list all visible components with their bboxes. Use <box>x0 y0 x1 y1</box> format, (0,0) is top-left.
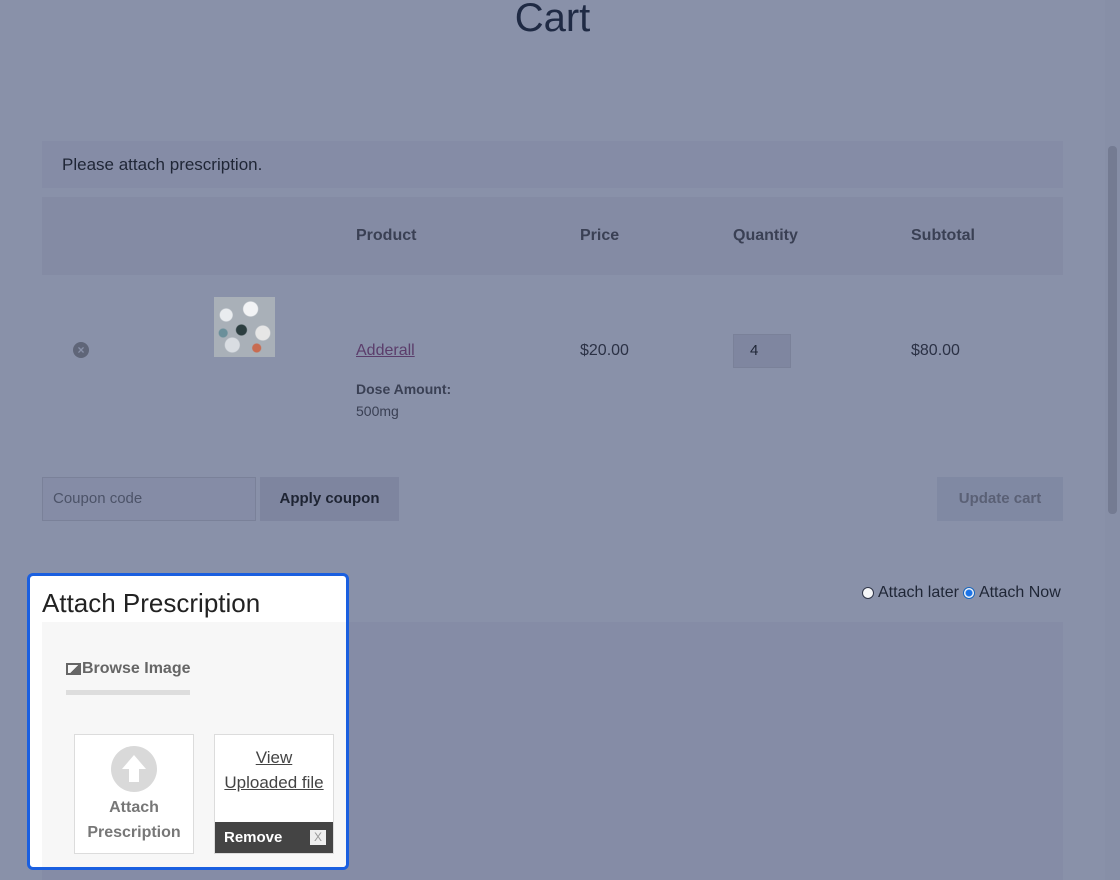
attach-label-line2: Prescription <box>87 824 181 841</box>
attach-options: Attach later Attach Now <box>862 584 1065 602</box>
header-price: Price <box>580 227 620 244</box>
upload-arrow-icon <box>111 746 157 792</box>
uploaded-file-card: View Uploaded file Remove X <box>214 734 334 854</box>
cart-table: Product Price Quantity Subtotal × Addera… <box>42 197 1063 442</box>
modal-panel: Browse Image Attach Prescription View Up… <box>42 622 346 867</box>
coupon-input[interactable]: Coupon code <box>42 477 256 521</box>
product-thumbnail[interactable] <box>214 297 275 357</box>
dose-label: Dose Amount: <box>356 381 452 397</box>
attach-later-radio[interactable] <box>862 587 874 599</box>
table-row <box>42 275 1063 442</box>
dose-value: 500mg <box>356 403 399 419</box>
view-link-line2[interactable]: Uploaded file <box>215 770 333 795</box>
table-header: Product Price Quantity Subtotal <box>42 197 1063 275</box>
price-value: $20.00 <box>580 342 629 359</box>
remove-file-label[interactable]: Remove <box>224 829 282 846</box>
update-cart-button[interactable]: Update cart <box>937 477 1063 521</box>
apply-coupon-button[interactable]: Apply coupon <box>260 477 399 521</box>
scrollbar-thumb[interactable] <box>1108 146 1117 514</box>
remove-file-bar[interactable]: Remove X <box>215 822 333 853</box>
vertical-scrollbar[interactable] <box>1105 0 1120 880</box>
attach-later-label[interactable]: Attach later <box>878 584 959 602</box>
product-link[interactable]: Adderall <box>356 342 415 360</box>
page-title: Cart <box>514 0 591 40</box>
attach-label-line1: Attach <box>109 799 159 816</box>
header-quantity: Quantity <box>733 227 798 244</box>
attach-prescription-modal: Attach Prescription Browse Image Attach … <box>27 573 349 870</box>
image-icon <box>66 663 81 675</box>
browse-image-label: Browse Image <box>82 660 191 677</box>
close-circle-icon[interactable]: × <box>73 342 89 358</box>
close-icon[interactable]: X <box>310 830 326 845</box>
prescription-notice: Please attach prescription. <box>42 141 1063 188</box>
attach-now-radio[interactable] <box>962 587 975 599</box>
attach-prescription-label: Attach Prescription <box>75 795 193 845</box>
subtotal-value: $80.00 <box>911 342 960 359</box>
quantity-input[interactable]: 4 <box>733 334 791 368</box>
header-subtotal: Subtotal <box>911 227 975 244</box>
attach-prescription-button[interactable]: Attach Prescription <box>74 734 194 854</box>
header-product: Product <box>356 227 417 244</box>
view-uploaded-file-link[interactable]: View Uploaded file <box>215 745 333 795</box>
view-link-line1[interactable]: View <box>215 745 333 770</box>
attach-now-label[interactable]: Attach Now <box>979 584 1061 602</box>
modal-title: Attach Prescription <box>42 588 261 618</box>
browse-image-tab[interactable]: Browse Image <box>66 660 190 678</box>
tab-underline <box>66 690 190 695</box>
